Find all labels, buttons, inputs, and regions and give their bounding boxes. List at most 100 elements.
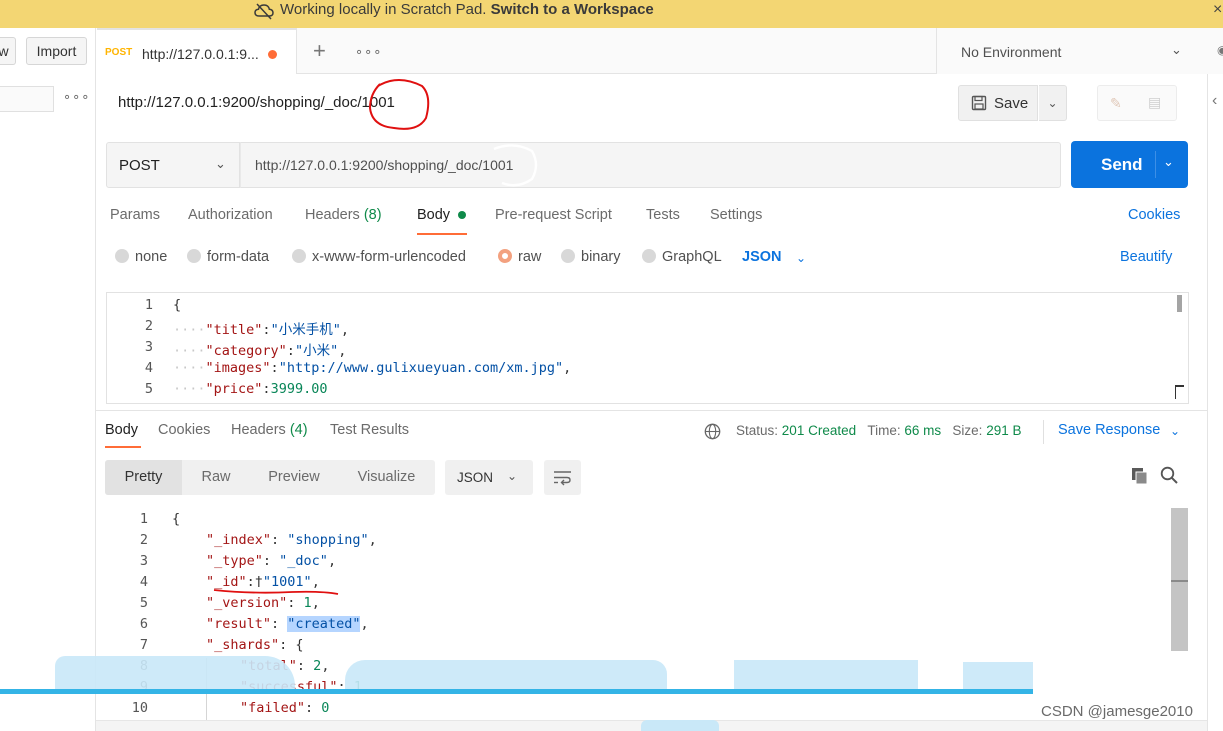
json-key: "price" [205,381,263,397]
tab-body[interactable]: Body [417,207,450,223]
json-key: "category" [205,343,287,359]
size-value[interactable]: 291 B [986,423,1021,438]
radio-form-data[interactable]: form-data [187,249,269,265]
eye-icon[interactable]: ◉ [1217,43,1223,57]
response-tab-body[interactable]: Body [105,422,138,438]
editor-scrollbar[interactable] [1177,295,1182,312]
import-button[interactable]: Import [26,37,87,65]
request-tab-bar: POST http://127.0.0.1:9... + ∘∘∘ No Envi… [97,28,1223,74]
tab-method-label: POST [105,47,133,58]
code-line: ····"images":"http://www.gulixueyuan.com… [173,360,572,376]
json-key: "failed" [240,700,306,716]
beautify-link[interactable]: Beautify [1120,249,1172,265]
documentation-icon[interactable]: ▤ [1148,94,1161,111]
tab-headers[interactable]: Headers (8) [305,207,382,223]
body-format-select[interactable]: JSON [742,249,782,265]
radio-urlencoded[interactable]: x-www-form-urlencoded [292,249,466,265]
line-number: 5 [139,595,148,611]
radio-none-label: none [135,249,168,265]
response-format-select[interactable]: JSON ⌄ [445,460,533,495]
send-button[interactable]: Send ⌄ [1071,141,1188,188]
chevron-left-icon: ‹ [1212,92,1218,109]
tab-headers-label: Headers [305,207,360,223]
switch-workspace-link[interactable]: Switch to a Workspace [491,1,654,18]
unsaved-dot-icon[interactable] [268,50,277,59]
method-select[interactable]: POST ⌄ [106,142,240,188]
sidebar-more-icon[interactable]: ∘∘∘ [63,89,90,105]
json-key: "_shards" [206,637,280,653]
cookies-link[interactable]: Cookies [1128,207,1180,223]
chevron-down-icon[interactable]: ⌄ [1163,154,1174,170]
tab-tests[interactable]: Tests [646,207,680,223]
code-line: "_index": "shopping", [206,532,377,548]
tab-more-icon[interactable]: ∘∘∘ [355,44,382,60]
response-tab-test-results[interactable]: Test Results [330,422,409,438]
code-line: ····"title":"小米手机", [173,322,349,338]
view-preview[interactable]: Preview [250,460,338,495]
json-tail: , [338,343,347,359]
response-tab-headers[interactable]: Headers (4) [231,422,308,438]
right-sidebar-collapsed[interactable]: ‹ [1207,74,1223,731]
view-pretty[interactable]: Pretty [105,460,182,495]
new-button[interactable]: w [0,37,16,65]
radio-graphql[interactable]: GraphQL [642,249,722,265]
json-key: "_index" [206,532,272,548]
view-raw[interactable]: Raw [182,460,250,495]
body-indicator-dot [458,211,466,219]
save-button[interactable]: Save [958,85,1038,121]
banner-text: Working locally in Scratch Pad. [280,1,487,18]
line-number: 4 [139,574,148,590]
code-line: "failed": 0 [240,700,330,716]
response-body-viewer[interactable]: 1 { 2 "_index": "shopping", 3 "_type": "… [96,508,1207,731]
line-number: 2 [144,318,153,334]
tab-params[interactable]: Params [110,207,160,223]
radio-dot-selected [498,249,512,263]
response-format-label: JSON [457,470,494,485]
watermark: CSDN @jamesge2010 [1041,703,1193,720]
send-divider [1155,151,1156,178]
tab-settings[interactable]: Settings [710,207,762,223]
headers-count: (8) [363,207,382,223]
status-value[interactable]: 201 Created [782,423,856,438]
radio-raw[interactable]: raw [498,249,541,265]
response-tab-cookies[interactable]: Cookies [158,422,210,438]
progress-line [0,689,1033,694]
time-value[interactable]: 66 ms [904,423,941,438]
save-dropdown-chevron-icon[interactable]: ⌄ [1039,85,1067,121]
copy-icon[interactable] [1131,467,1149,485]
left-sidebar: w Import ∘∘∘ [0,28,96,731]
red-circle-annotation [368,79,430,130]
save-label: Save [994,95,1029,112]
tab-pre-request-script[interactable]: Pre-request Script [495,207,612,223]
environment-select[interactable]: No Environment ⌄ ◉ [936,28,1223,74]
wrap-lines-button[interactable] [544,460,581,495]
json-key: "images" [205,360,271,376]
json-tail: , [321,658,330,674]
radio-dot [292,249,306,263]
radio-raw-label: raw [518,249,542,265]
tab-active-request[interactable]: POST http://127.0.0.1:9... [97,28,297,74]
radio-none[interactable]: none [115,249,167,265]
pencil-icon[interactable]: ✎ [1110,95,1122,112]
save-response-button[interactable]: Save Response [1058,422,1160,438]
radio-binary[interactable]: binary [561,249,621,265]
status-divider [1043,420,1044,444]
search-icon[interactable] [1160,466,1179,485]
line-number: 5 [144,381,153,397]
chevron-down-icon[interactable]: ⌄ [1170,424,1180,438]
tab-url-label: http://127.0.0.1:9... [142,46,259,62]
globe-icon[interactable] [704,423,721,440]
tab-authorization[interactable]: Authorization [188,207,273,223]
chevron-down-icon[interactable]: ⌄ [796,251,806,265]
chevron-down-icon: ⌄ [1171,42,1182,57]
request-title[interactable]: http://127.0.0.1:9200/shopping/_doc/1001 [118,94,395,111]
close-banner-icon[interactable]: × [1213,1,1222,19]
scrollbar-marker [1171,580,1188,582]
url-input[interactable]: http://127.0.0.1:9200/shopping/_doc/1001 [240,142,1061,188]
sidebar-search-input[interactable] [0,86,54,112]
request-body-editor[interactable]: 1 { 2 ····"title":"小米手机", 3 ····"categor… [106,292,1189,404]
view-visualize[interactable]: Visualize [338,460,435,495]
new-tab-icon[interactable]: + [313,38,326,64]
code-line: "_shards": { [206,637,304,653]
response-view-tabs: Pretty Raw Preview Visualize [105,460,435,495]
